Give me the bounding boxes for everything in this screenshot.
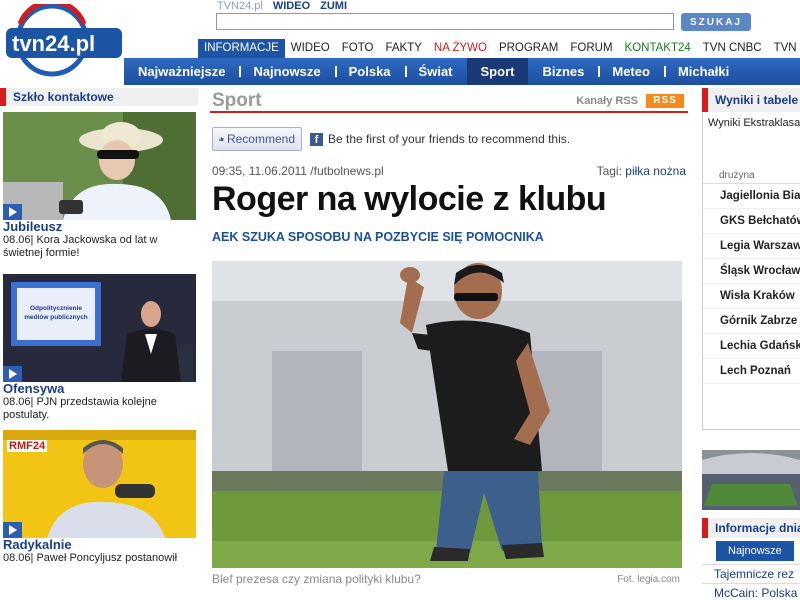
top-link-2[interactable]: ZUMI: [320, 0, 347, 12]
rss-icon[interactable]: RSS: [646, 94, 684, 108]
left-column: Szkło kontaktowe Jubileusz 08.06| Kora J…: [0, 88, 198, 565]
info-title[interactable]: Informacje dnia: [702, 518, 800, 538]
thumbs-up-icon: [219, 136, 224, 142]
article-photo: [212, 261, 682, 568]
results-box: Wyniki Ekstraklasa drużyna Jagiellonia B…: [702, 112, 800, 430]
search-input[interactable]: [216, 13, 674, 30]
main-nav-item-3[interactable]: Świat: [404, 58, 467, 85]
article-meta: 09:35, 11.06.2011 /futbolnews.pl: [212, 164, 384, 178]
video-title-1[interactable]: Jubileusz: [3, 220, 198, 234]
video-thumb-2[interactable]: Odpolitycznienie mediów publicznych: [3, 274, 196, 382]
section-tab-6[interactable]: FORUM: [564, 39, 618, 58]
recommend-label: Recommend: [226, 132, 295, 146]
stadium-image: [702, 450, 800, 510]
section-tab-2[interactable]: FOTO: [336, 39, 380, 58]
video-still-2: [3, 274, 196, 382]
article: Sport Kanały RSS RSS Recommend f Be the …: [210, 88, 688, 586]
tag-link[interactable]: piłka nożna: [625, 164, 686, 178]
stadium-thumb[interactable]: [702, 450, 800, 510]
team-row[interactable]: Lech Poznań: [703, 359, 800, 384]
section-title: Sport: [212, 90, 262, 111]
team-row[interactable]: Jagiellonia Białystok: [703, 184, 800, 209]
main-nav-item-0[interactable]: Najważniejsze: [124, 58, 239, 85]
section-header: Sport Kanały RSS RSS: [210, 88, 688, 113]
article-tags: Tagi: piłka nożna: [597, 164, 686, 178]
tags-label: Tagi:: [596, 164, 622, 178]
video-still-1: [3, 112, 196, 220]
video-title-3[interactable]: Radykalnie: [3, 538, 198, 552]
play-icon[interactable]: [3, 522, 22, 538]
team-row[interactable]: Lechia Gdańsk: [703, 334, 800, 359]
photo-credit: Fot. legia.com: [617, 574, 680, 585]
article-headline: Roger na wylocie z klubu: [212, 180, 607, 218]
tvn24-logo[interactable]: tvn24.pl: [6, 4, 122, 80]
recommend-button[interactable]: Recommend: [212, 127, 302, 151]
section-tab-1[interactable]: WIDEO: [285, 39, 336, 58]
top-link-0[interactable]: TVN24.pl: [217, 0, 263, 12]
top-link-1[interactable]: WIDEO: [273, 0, 310, 12]
search-button[interactable]: SZUKAJ: [681, 13, 751, 31]
play-icon[interactable]: [3, 204, 22, 220]
team-row[interactable]: Wisła Kraków: [703, 284, 800, 309]
league-subtitle[interactable]: Wyniki Ekstraklasa: [703, 112, 800, 168]
right-column: Wyniki i tabele Wyniki Ekstraklasa druży…: [702, 88, 800, 600]
main-nav: Najważniejsze Najnowsze Polska Świat Sport Bi…: [124, 58, 800, 85]
facebook-text: Be the first of your friends to recommen…: [328, 132, 571, 146]
info-link-1[interactable]: Tajemnicze rez: [702, 564, 800, 583]
team-list: Jagiellonia BiałystokGKS BełchatówLegia …: [703, 184, 800, 384]
section-tab-9[interactable]: TVN WARN: [768, 39, 800, 58]
main-nav-item-6[interactable]: Meteo: [598, 58, 664, 85]
main-nav-item-4[interactable]: Sport: [466, 58, 529, 85]
section-tabs: INFORMACJE WIDEO FOTO FAKTY NA ŻYWO PROGRAM FO…: [198, 39, 800, 58]
team-row[interactable]: Legia Warszawa: [703, 234, 800, 259]
video-desc-2: 08.06| PJN przedstawia kolejne postulaty…: [3, 396, 157, 421]
rmf24-badge: RMF24: [7, 440, 48, 452]
left-section-title[interactable]: Szkło kontaktowe: [0, 88, 198, 106]
article-photo-image: [212, 261, 682, 568]
rss-label[interactable]: Kanały RSS: [576, 95, 638, 107]
team-row[interactable]: Śląsk Wrocław: [703, 259, 800, 284]
results-title[interactable]: Wyniki i tabele: [702, 88, 800, 112]
facebook-recommend: Recommend f Be the first of your friends…: [212, 126, 570, 152]
section-tab-5[interactable]: PROGRAM: [493, 39, 564, 58]
main-nav-item-1[interactable]: Najnowsze: [239, 58, 334, 85]
logo-text: tvn24.pl: [12, 31, 95, 56]
team-row[interactable]: Górnik Zabrze: [703, 309, 800, 334]
facebook-icon: f: [310, 132, 323, 146]
tab-najnowsze[interactable]: Najnowsze: [716, 541, 794, 561]
top-links: TVN24.pl WIDEO ZUMI: [217, 0, 347, 12]
main-nav-item-2[interactable]: Polska: [334, 58, 405, 85]
info-tabs: Najnowsze: [702, 538, 800, 564]
main-nav-item-7[interactable]: Michałki: [663, 58, 743, 85]
video-title-2[interactable]: Ofensywa: [3, 382, 198, 396]
section-tab-7[interactable]: KONTAKT24: [619, 39, 697, 58]
video-thumb-1[interactable]: [3, 112, 196, 220]
info-link-2[interactable]: McCain: Polska: [702, 583, 800, 600]
team-column-header: drużyna: [703, 168, 800, 184]
video-screen-text: Odpolitycznienie mediów publicznych: [24, 305, 88, 321]
article-lead: AEK SZUKA SPOSOBU NA POZBYCIE SIĘ POMOCN…: [212, 230, 544, 244]
video-desc-3: 08.06| Paweł Poncyljusz postanowił: [3, 552, 178, 564]
video-desc-1: 08.06| Kora Jackowska od lat w świetnej …: [3, 234, 158, 259]
main-nav-item-5[interactable]: Biznes: [528, 58, 598, 85]
section-tab-0[interactable]: INFORMACJE: [198, 39, 285, 58]
section-tab-4[interactable]: NA ŻYWO: [428, 39, 493, 58]
play-icon[interactable]: [3, 366, 22, 382]
section-tab-3[interactable]: FAKTY: [379, 39, 427, 58]
video-thumb-3[interactable]: RMF24: [3, 430, 196, 538]
photo-caption: Blef prezesa czy zmiana polityki klubu?: [212, 572, 421, 586]
team-row[interactable]: GKS Bełchatów: [703, 209, 800, 234]
section-tab-8[interactable]: TVN CNBC: [697, 39, 768, 58]
